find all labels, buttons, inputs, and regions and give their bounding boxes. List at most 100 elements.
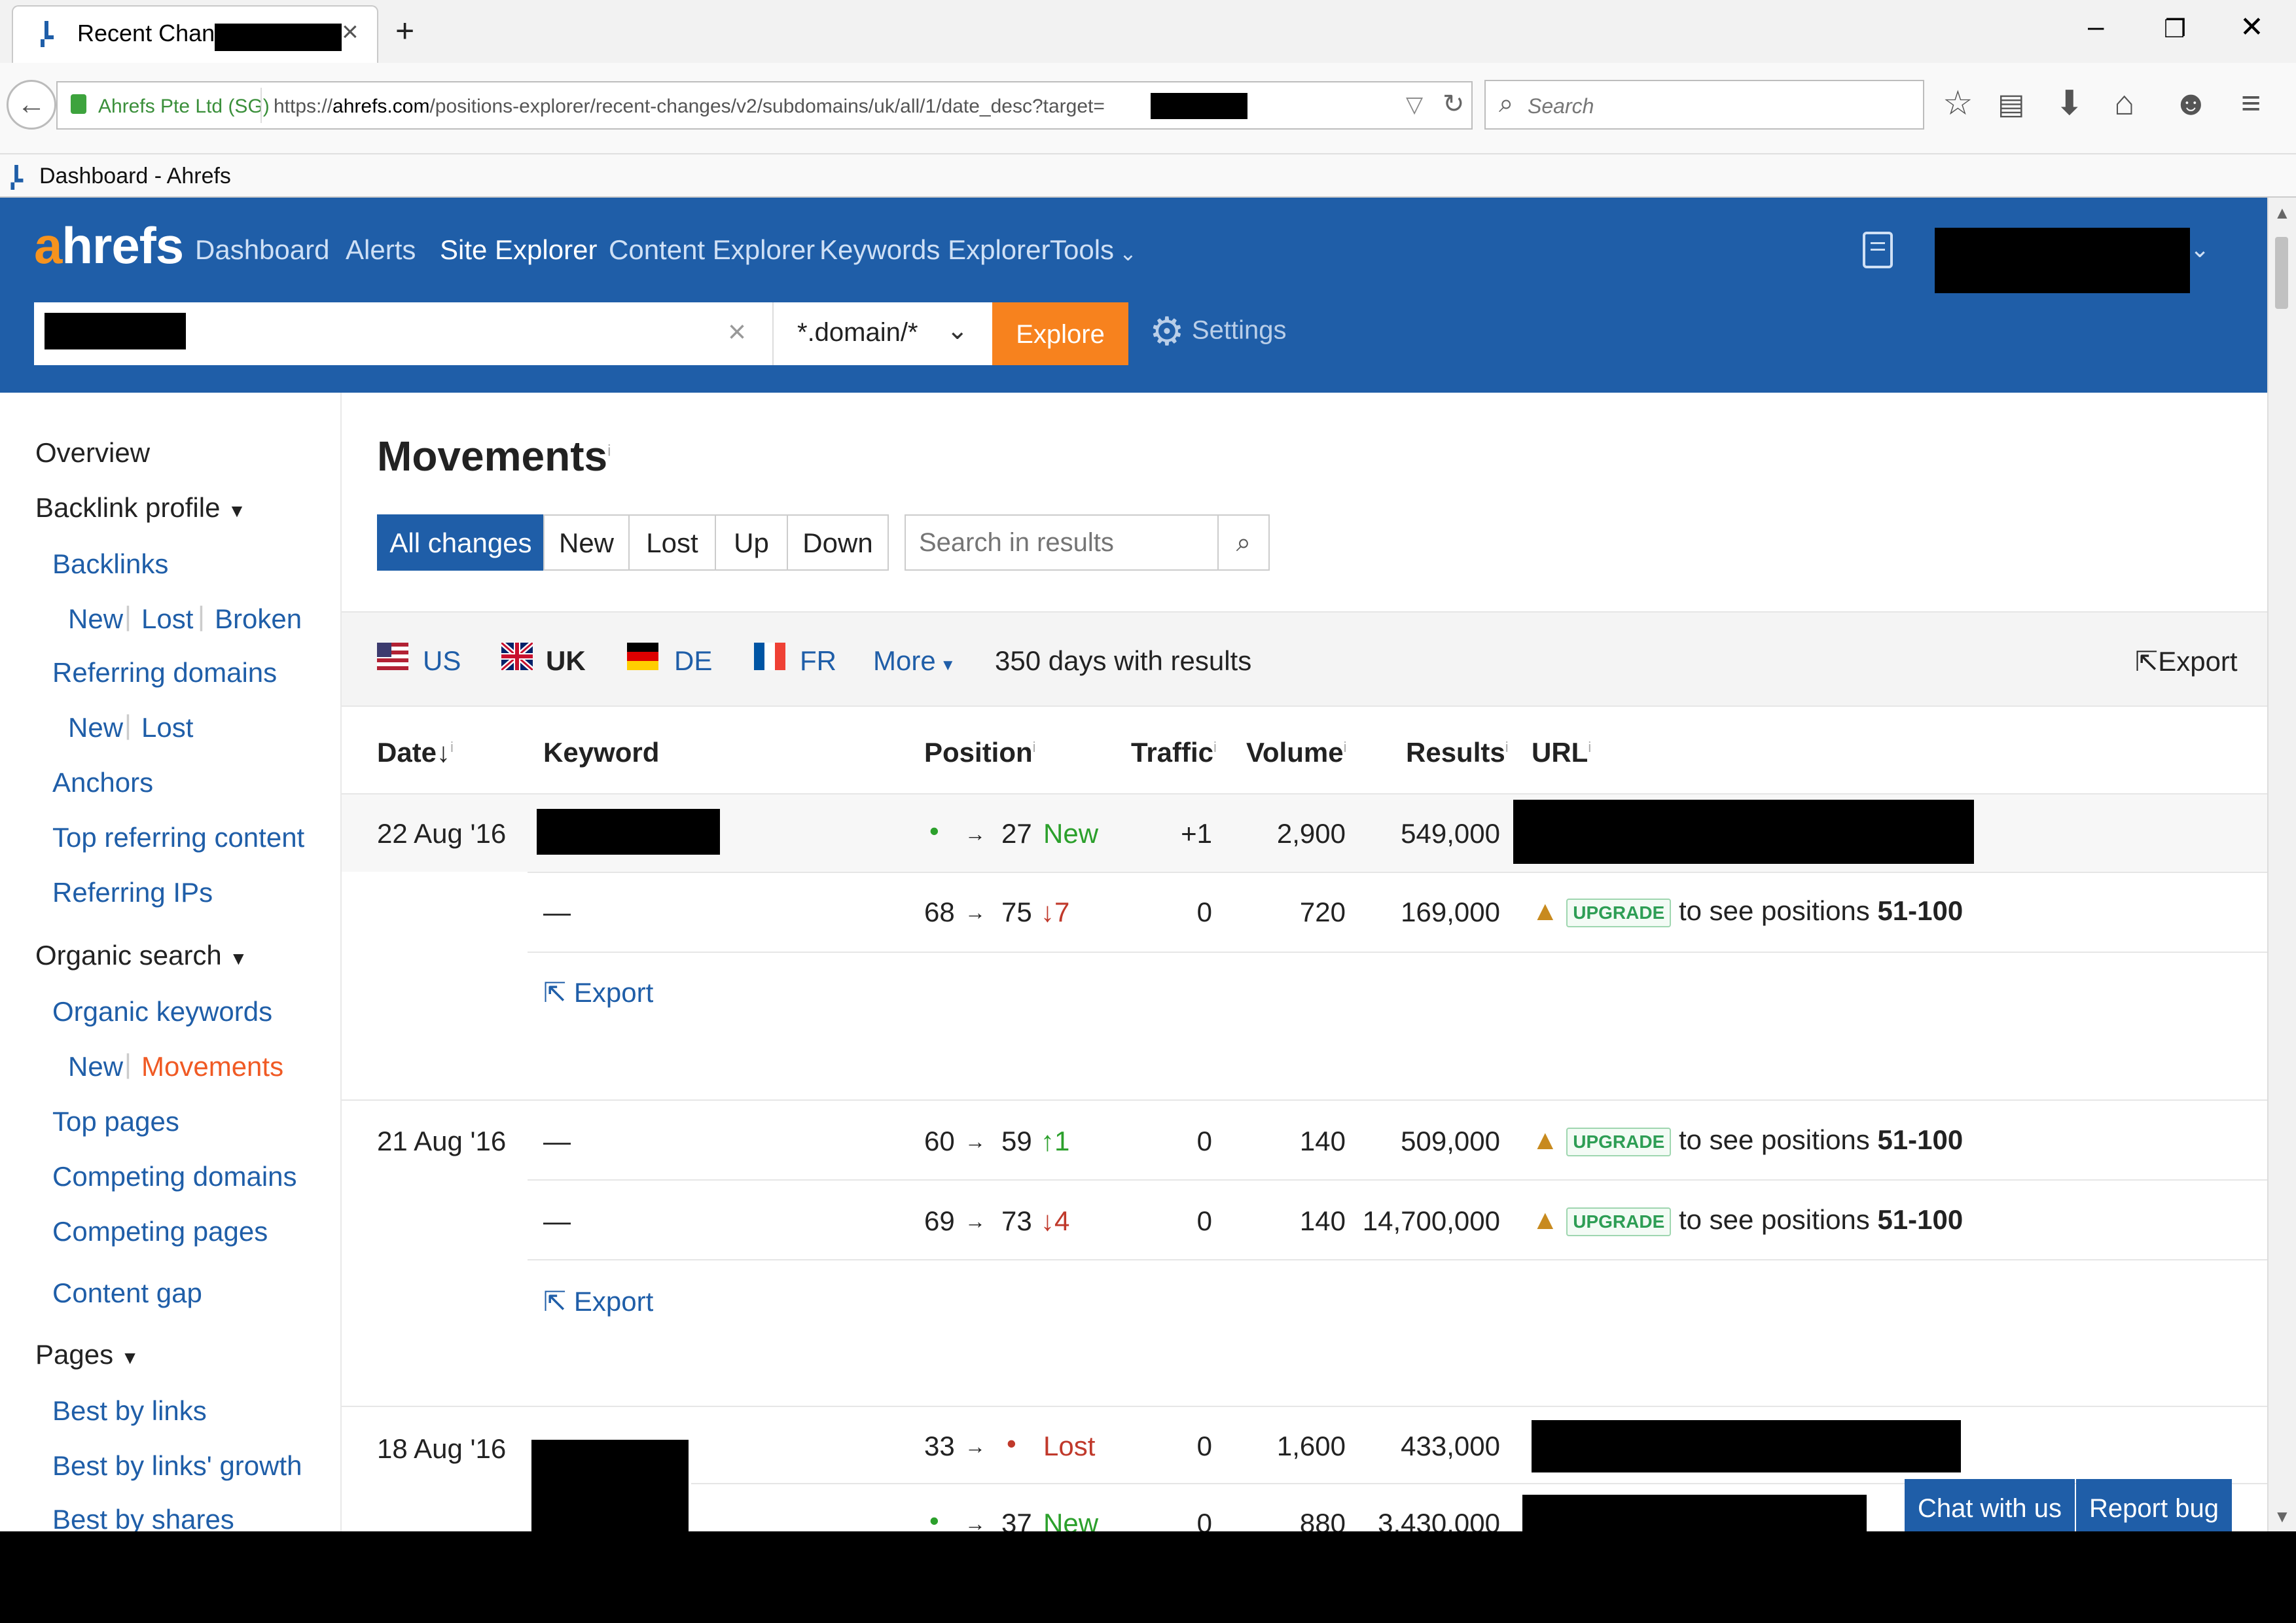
url-text: https://ahrefs.com/positions-explorer/re…	[274, 96, 1105, 117]
nav-tools[interactable]: Tools	[1050, 234, 1114, 266]
col-position[interactable]: Positioni	[924, 737, 1036, 768]
nav-site-explorer[interactable]: Site Explorer	[440, 234, 597, 266]
minimize-button[interactable]: –	[2088, 10, 2104, 43]
divider	[342, 1099, 2267, 1101]
sidebar-item-anchors[interactable]: Anchors	[52, 767, 153, 798]
notes-icon[interactable]	[1863, 232, 1893, 268]
chevron-down-icon[interactable]: ⌄	[1119, 241, 1137, 266]
address-bar[interactable]: Ahrefs Pte Ltd (SG) https://ahrefs.com/p…	[56, 81, 1473, 130]
reading-list-icon[interactable]: ▤	[1998, 88, 2025, 121]
col-date[interactable]: Date↓i	[377, 737, 454, 768]
group-export-link[interactable]: ⇱ Export	[543, 976, 653, 1008]
download-icon[interactable]: ⬇	[2055, 84, 2084, 123]
clear-input-icon[interactable]: ×	[728, 314, 746, 350]
filter-down[interactable]: Down	[787, 514, 889, 571]
filter-lost[interactable]: Lost	[628, 514, 716, 571]
search-placeholder: Search	[1528, 94, 1594, 118]
account-chevron-icon[interactable]: ⌄	[2190, 236, 2210, 263]
country-uk[interactable]: UK	[546, 645, 586, 677]
search-icon[interactable]: ⌕	[1217, 516, 1268, 569]
account-menu-redacted[interactable]	[1935, 228, 2190, 293]
sidebar-item-top-pages[interactable]: Top pages	[52, 1106, 179, 1137]
country-us[interactable]: US	[423, 645, 461, 677]
nav-alerts[interactable]: Alerts	[346, 234, 416, 266]
home-icon[interactable]: ⌂	[2114, 84, 2134, 123]
more-countries-dropdown[interactable]: More ▼	[873, 645, 956, 677]
upgrade-button[interactable]: UPGRADE	[1566, 1207, 1672, 1236]
col-traffic[interactable]: Traffici	[1131, 737, 1217, 768]
sidebar-heading-backlink-profile[interactable]: Backlink profile ▼	[35, 492, 246, 524]
col-results[interactable]: Resultsi	[1406, 737, 1509, 768]
sidebar-item-competing-pages[interactable]: Competing pages	[52, 1216, 268, 1247]
filter-all-changes[interactable]: All changes	[377, 514, 545, 571]
sidebar-item-backlinks[interactable]: Backlinks	[52, 548, 168, 580]
caret-down-icon: ▼	[229, 948, 248, 969]
scroll-down-icon[interactable]: ▼	[2274, 1507, 2291, 1527]
col-keyword[interactable]: Keyword	[543, 737, 659, 768]
close-window-button[interactable]: ✕	[2240, 10, 2264, 44]
browser-tab[interactable]: Recent Changes ×	[12, 5, 378, 63]
sidebar-item-referring-ips[interactable]: Referring IPs	[52, 877, 213, 908]
sidebar-item-organic-keywords[interactable]: Organic keywords	[52, 996, 272, 1027]
country-de[interactable]: DE	[674, 645, 712, 677]
sidebar-item-overview[interactable]: Overview	[35, 437, 150, 469]
sidebar-item-competing-domains[interactable]: Competing domains	[52, 1161, 297, 1192]
group-export-link[interactable]: ⇱ Export	[543, 1285, 653, 1317]
sidebar-item-best-by-shares[interactable]: Best by shares	[52, 1504, 234, 1535]
position-change: ↑1	[1041, 1126, 1070, 1156]
lock-icon	[71, 94, 86, 114]
col-volume[interactable]: Volumei	[1246, 737, 1346, 768]
smiley-icon[interactable]: ☻	[2173, 84, 2209, 123]
filter-up[interactable]: Up	[715, 514, 788, 571]
chat-with-us-button[interactable]: Chat with us	[1905, 1479, 2075, 1538]
upgrade-button[interactable]: UPGRADE	[1566, 1127, 1672, 1156]
mode-select[interactable]: *.domain/* ⌄	[772, 302, 992, 365]
back-arrow-icon[interactable]: ←	[7, 80, 56, 130]
search-in-results[interactable]: ⌕	[905, 514, 1270, 571]
scrollbar-thumb[interactable]	[2275, 237, 2288, 309]
bookmark-dashboard[interactable]: Dashboard - Ahrefs	[39, 164, 231, 189]
sidebar-item-organic-new[interactable]: New	[68, 1051, 123, 1082]
sidebar-item-best-by-links-growth[interactable]: Best by links' growth	[52, 1450, 302, 1482]
nav-dashboard[interactable]: Dashboard	[195, 234, 329, 266]
sidebar-item-backlinks-broken[interactable]: Broken	[215, 603, 302, 635]
page-scrollbar[interactable]: ▲ ▼	[2267, 198, 2296, 1531]
restore-button[interactable]: ❐	[2164, 14, 2186, 44]
upgrade-button[interactable]: UPGRADE	[1566, 898, 1672, 927]
bookmark-star-icon[interactable]: ☆	[1943, 84, 1973, 123]
ahrefs-favicon-icon	[10, 165, 24, 190]
sidebar-item-refdomains-new[interactable]: New	[68, 712, 123, 743]
sidebar-item-movements[interactable]: Movements	[141, 1051, 283, 1082]
sidebar-item-refdomains-lost[interactable]: Lost	[141, 712, 193, 743]
country-fr[interactable]: FR	[800, 645, 836, 677]
sidebar-item-backlinks-lost[interactable]: Lost	[141, 603, 193, 635]
export-button[interactable]: ⇱Export	[2135, 645, 2238, 677]
sidebar-item-top-referring-content[interactable]: Top referring content	[52, 822, 304, 853]
keyword-value: —	[543, 1205, 571, 1236]
nav-content-explorer[interactable]: Content Explorer	[609, 234, 815, 266]
close-tab-icon[interactable]: ×	[342, 16, 359, 48]
report-bug-button[interactable]: Report bug	[2076, 1479, 2232, 1538]
ahrefs-logo[interactable]: ahrefs	[34, 216, 184, 276]
browser-search-box[interactable]: ⌕ Search	[1484, 80, 1924, 130]
menu-icon[interactable]: ≡	[2241, 84, 2261, 123]
explore-button[interactable]: Explore	[992, 302, 1128, 365]
settings-link[interactable]: ⚙ Settings	[1149, 309, 1286, 355]
sidebar-item-referring-domains[interactable]: Referring domains	[52, 657, 277, 688]
sidebar-item-backlinks-new[interactable]: New	[68, 603, 123, 635]
scroll-up-icon[interactable]: ▲	[2274, 203, 2291, 223]
nav-keywords-explorer[interactable]: Keywords Explorer	[819, 234, 1050, 266]
filter-new[interactable]: New	[543, 514, 630, 571]
new-tab-button[interactable]: +	[395, 12, 414, 50]
sidebar-heading-organic-search[interactable]: Organic search ▼	[35, 940, 247, 971]
sidebar-item-content-gap[interactable]: Content gap	[52, 1277, 202, 1309]
page-title: Movementsi	[377, 433, 611, 480]
reload-icon[interactable]: ↻	[1443, 89, 1465, 119]
col-url[interactable]: URLi	[1532, 737, 1591, 768]
sidebar-heading-pages[interactable]: Pages ▼	[35, 1339, 139, 1370]
dropdown-arrow-icon[interactable]: ▽	[1406, 92, 1423, 118]
ahrefs-favicon-icon	[41, 21, 54, 47]
target-input[interactable]: ×	[34, 302, 772, 365]
sidebar-item-best-by-links[interactable]: Best by links	[52, 1395, 207, 1427]
search-results-input[interactable]	[906, 516, 1220, 569]
